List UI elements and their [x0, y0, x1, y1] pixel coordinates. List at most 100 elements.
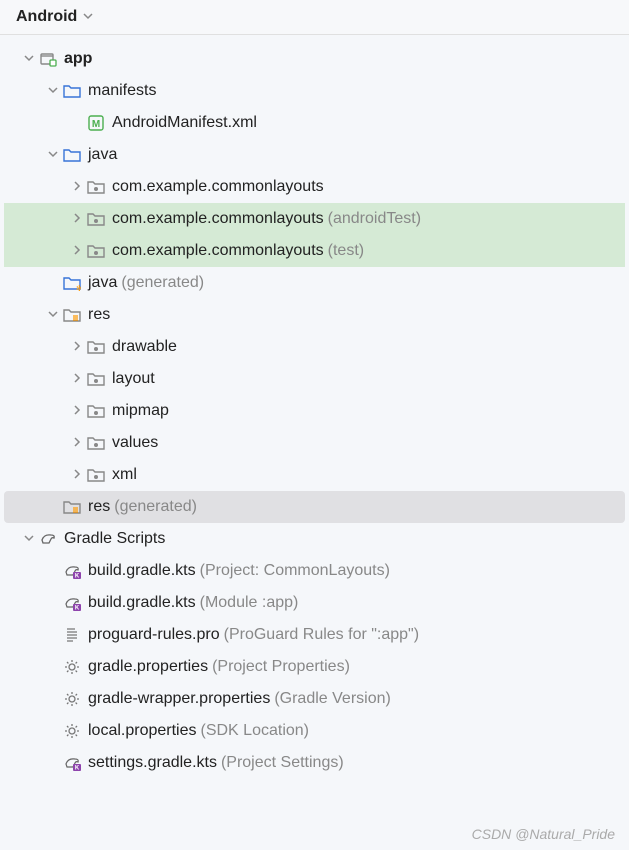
tree-item-res-folder[interactable]: mipmap — [4, 395, 625, 427]
chevron-right-icon[interactable] — [68, 372, 86, 386]
chevron-down-icon — [83, 8, 93, 26]
tree-item-label: gradle.properties — [88, 658, 208, 676]
tree-item-suffix: (Module :app) — [200, 594, 299, 612]
tree-item-label: layout — [112, 370, 155, 388]
folder-generated-icon: ✻ — [62, 273, 82, 293]
tree-item-suffix: (test) — [328, 242, 364, 260]
chevron-right-icon[interactable] — [68, 340, 86, 354]
tree-item-res-folder[interactable]: layout — [4, 363, 625, 395]
gear-icon — [62, 657, 82, 677]
tree-item-gradle-file[interactable]: gradle-wrapper.properties (Gradle Versio… — [4, 683, 625, 715]
tree-item-label: com.example.commonlayouts — [112, 178, 324, 196]
tree-item-java-generated[interactable]: ✻ java (generated) — [4, 267, 625, 299]
chevron-down-icon[interactable] — [44, 148, 62, 162]
tree-item-res-generated[interactable]: res (generated) — [4, 491, 625, 523]
tree-item-label: res — [88, 498, 110, 516]
svg-text:✻: ✻ — [76, 284, 81, 291]
tree-item-suffix: (generated) — [121, 274, 204, 292]
watermark: CSDN @Natural_Pride — [472, 826, 615, 842]
chevron-right-icon[interactable] — [68, 436, 86, 450]
tree-item-label: build.gradle.kts — [88, 594, 196, 612]
folder-icon — [86, 337, 106, 357]
tree-item-gradle-file[interactable]: gradle.properties (Project Properties) — [4, 651, 625, 683]
folder-icon — [86, 465, 106, 485]
tree-item-label: java — [88, 274, 117, 292]
gradle-kts-icon: K — [62, 753, 82, 773]
chevron-right-icon[interactable] — [68, 180, 86, 194]
chevron-right-icon[interactable] — [68, 212, 86, 226]
svg-text:M: M — [92, 119, 100, 130]
tree-item-res-folder[interactable]: drawable — [4, 331, 625, 363]
tree-item-gradle-file[interactable]: proguard-rules.pro (ProGuard Rules for "… — [4, 619, 625, 651]
tree-item-suffix: (Gradle Version) — [274, 690, 391, 708]
tree-item-manifests[interactable]: manifests — [4, 75, 625, 107]
module-icon — [38, 49, 58, 69]
tree-item-label: local.properties — [88, 722, 197, 740]
folder-icon — [62, 145, 82, 165]
tree-item-label: Gradle Scripts — [64, 530, 165, 548]
chevron-right-icon[interactable] — [68, 468, 86, 482]
tree-item-gradle-file[interactable]: K settings.gradle.kts (Project Settings) — [4, 747, 625, 779]
text-file-icon — [62, 625, 82, 645]
chevron-down-icon[interactable] — [20, 532, 38, 546]
gradle-icon — [38, 529, 58, 549]
chevron-down-icon[interactable] — [44, 308, 62, 322]
tree-item-suffix: (ProGuard Rules for ":app") — [224, 626, 419, 644]
tree-item-label: com.example.commonlayouts — [112, 210, 324, 228]
tree-item-suffix: (generated) — [114, 498, 197, 516]
tree-item-label: res — [88, 306, 110, 324]
svg-text:K: K — [75, 574, 80, 580]
tree-item-label: values — [112, 434, 158, 452]
svg-text:K: K — [75, 766, 80, 772]
folder-icon — [86, 369, 106, 389]
tree-item-label: xml — [112, 466, 137, 484]
gear-icon — [62, 721, 82, 741]
tree-item-manifest-file[interactable]: M AndroidManifest.xml — [4, 107, 625, 139]
tree-item-label: drawable — [112, 338, 177, 356]
chevron-down-icon[interactable] — [20, 52, 38, 66]
tree-item-suffix: (Project Properties) — [212, 658, 350, 676]
tree-item-res-folder[interactable]: values — [4, 427, 625, 459]
package-icon — [86, 241, 106, 261]
tree-item-package[interactable]: com.example.commonlayouts (test) — [4, 235, 625, 267]
gear-icon — [62, 689, 82, 709]
tree-item-res-folder[interactable]: xml — [4, 459, 625, 491]
tree-item-package[interactable]: com.example.commonlayouts — [4, 171, 625, 203]
gradle-kts-icon: K — [62, 561, 82, 581]
svg-text:K: K — [75, 606, 80, 612]
project-tree: app manifests M AndroidManifest.xml java — [0, 35, 629, 787]
tree-item-label: java — [88, 146, 117, 164]
chevron-right-icon[interactable] — [68, 404, 86, 418]
tree-item-label: AndroidManifest.xml — [112, 114, 257, 132]
tree-item-suffix: (Project Settings) — [221, 754, 344, 772]
tree-item-gradle-file[interactable]: K build.gradle.kts (Module :app) — [4, 587, 625, 619]
tree-item-gradle-file[interactable]: local.properties (SDK Location) — [4, 715, 625, 747]
tree-item-res[interactable]: res — [4, 299, 625, 331]
tree-item-label: manifests — [88, 82, 156, 100]
tree-item-suffix: (androidTest) — [328, 210, 421, 228]
tree-item-label: settings.gradle.kts — [88, 754, 217, 772]
tree-item-gradle-scripts[interactable]: Gradle Scripts — [4, 523, 625, 555]
tree-item-label: app — [64, 50, 92, 68]
tree-item-java[interactable]: java — [4, 139, 625, 171]
tree-item-suffix: (Project: CommonLayouts) — [200, 562, 390, 580]
view-mode-label: Android — [16, 8, 77, 26]
folder-icon — [86, 401, 106, 421]
tree-item-gradle-file[interactable]: K build.gradle.kts (Project: CommonLayou… — [4, 555, 625, 587]
folder-icon — [86, 433, 106, 453]
chevron-down-icon[interactable] — [44, 84, 62, 98]
tree-item-app[interactable]: app — [4, 43, 625, 75]
tree-item-label: mipmap — [112, 402, 169, 420]
tree-item-package[interactable]: com.example.commonlayouts (androidTest) — [4, 203, 625, 235]
tree-item-label: com.example.commonlayouts — [112, 242, 324, 260]
resource-folder-icon — [62, 497, 82, 517]
chevron-right-icon[interactable] — [68, 244, 86, 258]
folder-icon — [62, 81, 82, 101]
tree-item-label: proguard-rules.pro — [88, 626, 220, 644]
package-icon — [86, 177, 106, 197]
project-view-header[interactable]: Android — [0, 0, 629, 35]
tree-item-suffix: (SDK Location) — [201, 722, 310, 740]
tree-item-label: build.gradle.kts — [88, 562, 196, 580]
resource-folder-icon — [62, 305, 82, 325]
package-icon — [86, 209, 106, 229]
